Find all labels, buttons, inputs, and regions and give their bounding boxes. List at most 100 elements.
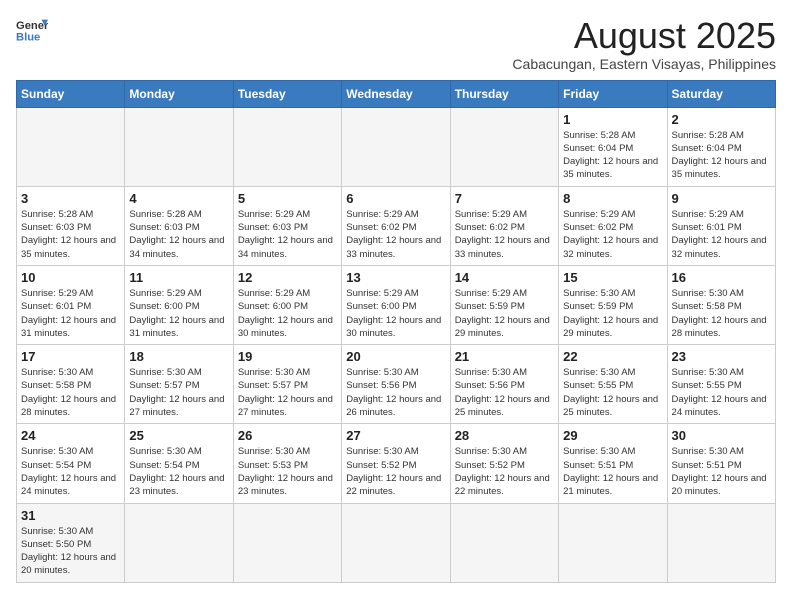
day-info: Sunrise: 5:30 AM Sunset: 5:57 PM Dayligh… (238, 366, 337, 419)
calendar-cell: 7 Sunrise: 5:29 AM Sunset: 6:02 PM Daylig… (450, 186, 558, 265)
calendar-cell (125, 107, 233, 186)
calendar-cell (125, 503, 233, 582)
day-info: Sunrise: 5:29 AM Sunset: 6:02 PM Dayligh… (455, 208, 554, 261)
calendar-cell: 15Sunrise: 5:30 AM Sunset: 5:59 PM Dayli… (559, 265, 667, 344)
calendar-cell: 10 Sunrise: 5:29 AM Sunset: 6:01 PM Dayli… (17, 265, 125, 344)
day-number: 1 (563, 112, 662, 127)
day-number: 7 (455, 191, 554, 206)
day-info: Sunrise: 5:28 AM Sunset: 6:04 PM Dayligh… (672, 129, 771, 182)
calendar-cell: 26 Sunrise: 5:30 AM Sunset: 5:53 PM Dayli… (233, 424, 341, 503)
day-info: Sunrise: 5:30 AM Sunset: 5:51 PM Dayligh… (672, 445, 771, 498)
day-number: 12 (238, 270, 337, 285)
header-friday: Friday (559, 80, 667, 107)
day-number: 11 (129, 270, 228, 285)
calendar-cell: 14Sunrise: 5:29 AM Sunset: 5:59 PM Dayli… (450, 265, 558, 344)
day-number: 4 (129, 191, 228, 206)
day-info: Sunrise: 5:29 AM Sunset: 6:00 PM Dayligh… (129, 287, 228, 340)
day-info: Sunrise: 5:30 AM Sunset: 5:58 PM Dayligh… (672, 287, 771, 340)
calendar-cell (233, 107, 341, 186)
day-number: 5 (238, 191, 337, 206)
calendar-cell (233, 503, 341, 582)
header-saturday: Saturday (667, 80, 775, 107)
calendar-cell: 8 Sunrise: 5:29 AM Sunset: 6:02 PM Daylig… (559, 186, 667, 265)
calendar-cell: 16Sunrise: 5:30 AM Sunset: 5:58 PM Dayli… (667, 265, 775, 344)
calendar-cell: 4 Sunrise: 5:28 AM Sunset: 6:03 PM Daylig… (125, 186, 233, 265)
day-number: 29 (563, 428, 662, 443)
calendar-cell: 6 Sunrise: 5:29 AM Sunset: 6:02 PM Daylig… (342, 186, 450, 265)
day-number: 6 (346, 191, 445, 206)
day-info: Sunrise: 5:29 AM Sunset: 6:02 PM Dayligh… (563, 208, 662, 261)
day-number: 10 (21, 270, 120, 285)
day-info: Sunrise: 5:29 AM Sunset: 6:03 PM Dayligh… (238, 208, 337, 261)
day-info: Sunrise: 5:30 AM Sunset: 5:52 PM Dayligh… (455, 445, 554, 498)
calendar-cell: 2Sunrise: 5:28 AM Sunset: 6:04 PM Daylig… (667, 107, 775, 186)
day-number: 3 (21, 191, 120, 206)
calendar-cell: 31 Sunrise: 5:30 AM Sunset: 5:50 PM Dayli… (17, 503, 125, 582)
calendar-cell (667, 503, 775, 582)
day-info: Sunrise: 5:29 AM Sunset: 6:01 PM Dayligh… (21, 287, 120, 340)
day-info: Sunrise: 5:28 AM Sunset: 6:03 PM Dayligh… (129, 208, 228, 261)
day-number: 21 (455, 349, 554, 364)
calendar-title: August 2025 (512, 16, 776, 56)
calendar-cell: 25 Sunrise: 5:30 AM Sunset: 5:54 PM Dayli… (125, 424, 233, 503)
day-info: Sunrise: 5:30 AM Sunset: 5:57 PM Dayligh… (129, 366, 228, 419)
svg-text:Blue: Blue (16, 31, 40, 43)
calendar-cell: 19 Sunrise: 5:30 AM Sunset: 5:57 PM Dayli… (233, 345, 341, 424)
day-info: Sunrise: 5:29 AM Sunset: 6:02 PM Dayligh… (346, 208, 445, 261)
calendar-cell: 13 Sunrise: 5:29 AM Sunset: 6:00 PM Dayli… (342, 265, 450, 344)
day-number: 17 (21, 349, 120, 364)
day-info: Sunrise: 5:30 AM Sunset: 5:50 PM Dayligh… (21, 525, 120, 578)
week-row-1: 1 Sunrise: 5:28 AM Sunset: 6:04 PM Daylig… (17, 107, 776, 186)
day-number: 15 (563, 270, 662, 285)
day-number: 13 (346, 270, 445, 285)
day-info: Sunrise: 5:30 AM Sunset: 5:56 PM Dayligh… (455, 366, 554, 419)
day-number: 8 (563, 191, 662, 206)
day-info: Sunrise: 5:28 AM Sunset: 6:03 PM Dayligh… (21, 208, 120, 261)
calendar-cell (342, 107, 450, 186)
day-info: Sunrise: 5:28 AM Sunset: 6:04 PM Dayligh… (563, 129, 662, 182)
day-info: Sunrise: 5:29 AM Sunset: 6:00 PM Dayligh… (346, 287, 445, 340)
day-info: Sunrise: 5:30 AM Sunset: 5:56 PM Dayligh… (346, 366, 445, 419)
header-tuesday: Tuesday (233, 80, 341, 107)
calendar-subtitle: Cabacungan, Eastern Visayas, Philippines (512, 56, 776, 72)
day-number: 9 (672, 191, 771, 206)
week-row-2: 3 Sunrise: 5:28 AM Sunset: 6:03 PM Daylig… (17, 186, 776, 265)
calendar-cell: 21 Sunrise: 5:30 AM Sunset: 5:56 PM Dayli… (450, 345, 558, 424)
generalblue-logo-icon: General Blue (16, 16, 48, 44)
calendar-table: SundayMondayTuesdayWednesdayThursdayFrid… (16, 80, 776, 583)
day-info: Sunrise: 5:30 AM Sunset: 5:53 PM Dayligh… (238, 445, 337, 498)
day-number: 25 (129, 428, 228, 443)
week-row-3: 10 Sunrise: 5:29 AM Sunset: 6:01 PM Dayli… (17, 265, 776, 344)
day-number: 24 (21, 428, 120, 443)
day-number: 19 (238, 349, 337, 364)
day-info: Sunrise: 5:30 AM Sunset: 5:55 PM Dayligh… (563, 366, 662, 419)
day-number: 27 (346, 428, 445, 443)
calendar-cell: 29 Sunrise: 5:30 AM Sunset: 5:51 PM Dayli… (559, 424, 667, 503)
day-info: Sunrise: 5:30 AM Sunset: 5:51 PM Dayligh… (563, 445, 662, 498)
calendar-cell: 23Sunrise: 5:30 AM Sunset: 5:55 PM Dayli… (667, 345, 775, 424)
calendar-cell: 24 Sunrise: 5:30 AM Sunset: 5:54 PM Dayli… (17, 424, 125, 503)
day-info: Sunrise: 5:30 AM Sunset: 5:54 PM Dayligh… (129, 445, 228, 498)
calendar-cell (342, 503, 450, 582)
calendar-cell (559, 503, 667, 582)
day-number: 26 (238, 428, 337, 443)
day-number: 18 (129, 349, 228, 364)
day-info: Sunrise: 5:30 AM Sunset: 5:58 PM Dayligh… (21, 366, 120, 419)
page-header: General Blue August 2025 Cabacungan, Eas… (16, 16, 776, 72)
day-info: Sunrise: 5:30 AM Sunset: 5:54 PM Dayligh… (21, 445, 120, 498)
calendar-cell: 22 Sunrise: 5:30 AM Sunset: 5:55 PM Dayli… (559, 345, 667, 424)
day-number: 28 (455, 428, 554, 443)
day-number: 20 (346, 349, 445, 364)
calendar-cell: 1 Sunrise: 5:28 AM Sunset: 6:04 PM Daylig… (559, 107, 667, 186)
calendar-cell: 20 Sunrise: 5:30 AM Sunset: 5:56 PM Dayli… (342, 345, 450, 424)
day-number: 22 (563, 349, 662, 364)
calendar-cell: 18 Sunrise: 5:30 AM Sunset: 5:57 PM Dayli… (125, 345, 233, 424)
calendar-cell: 30Sunrise: 5:30 AM Sunset: 5:51 PM Dayli… (667, 424, 775, 503)
calendar-cell (450, 503, 558, 582)
calendar-cell: 3 Sunrise: 5:28 AM Sunset: 6:03 PM Daylig… (17, 186, 125, 265)
header-monday: Monday (125, 80, 233, 107)
day-info: Sunrise: 5:29 AM Sunset: 6:00 PM Dayligh… (238, 287, 337, 340)
day-number: 31 (21, 508, 120, 523)
header-sunday: Sunday (17, 80, 125, 107)
week-row-5: 24 Sunrise: 5:30 AM Sunset: 5:54 PM Dayli… (17, 424, 776, 503)
